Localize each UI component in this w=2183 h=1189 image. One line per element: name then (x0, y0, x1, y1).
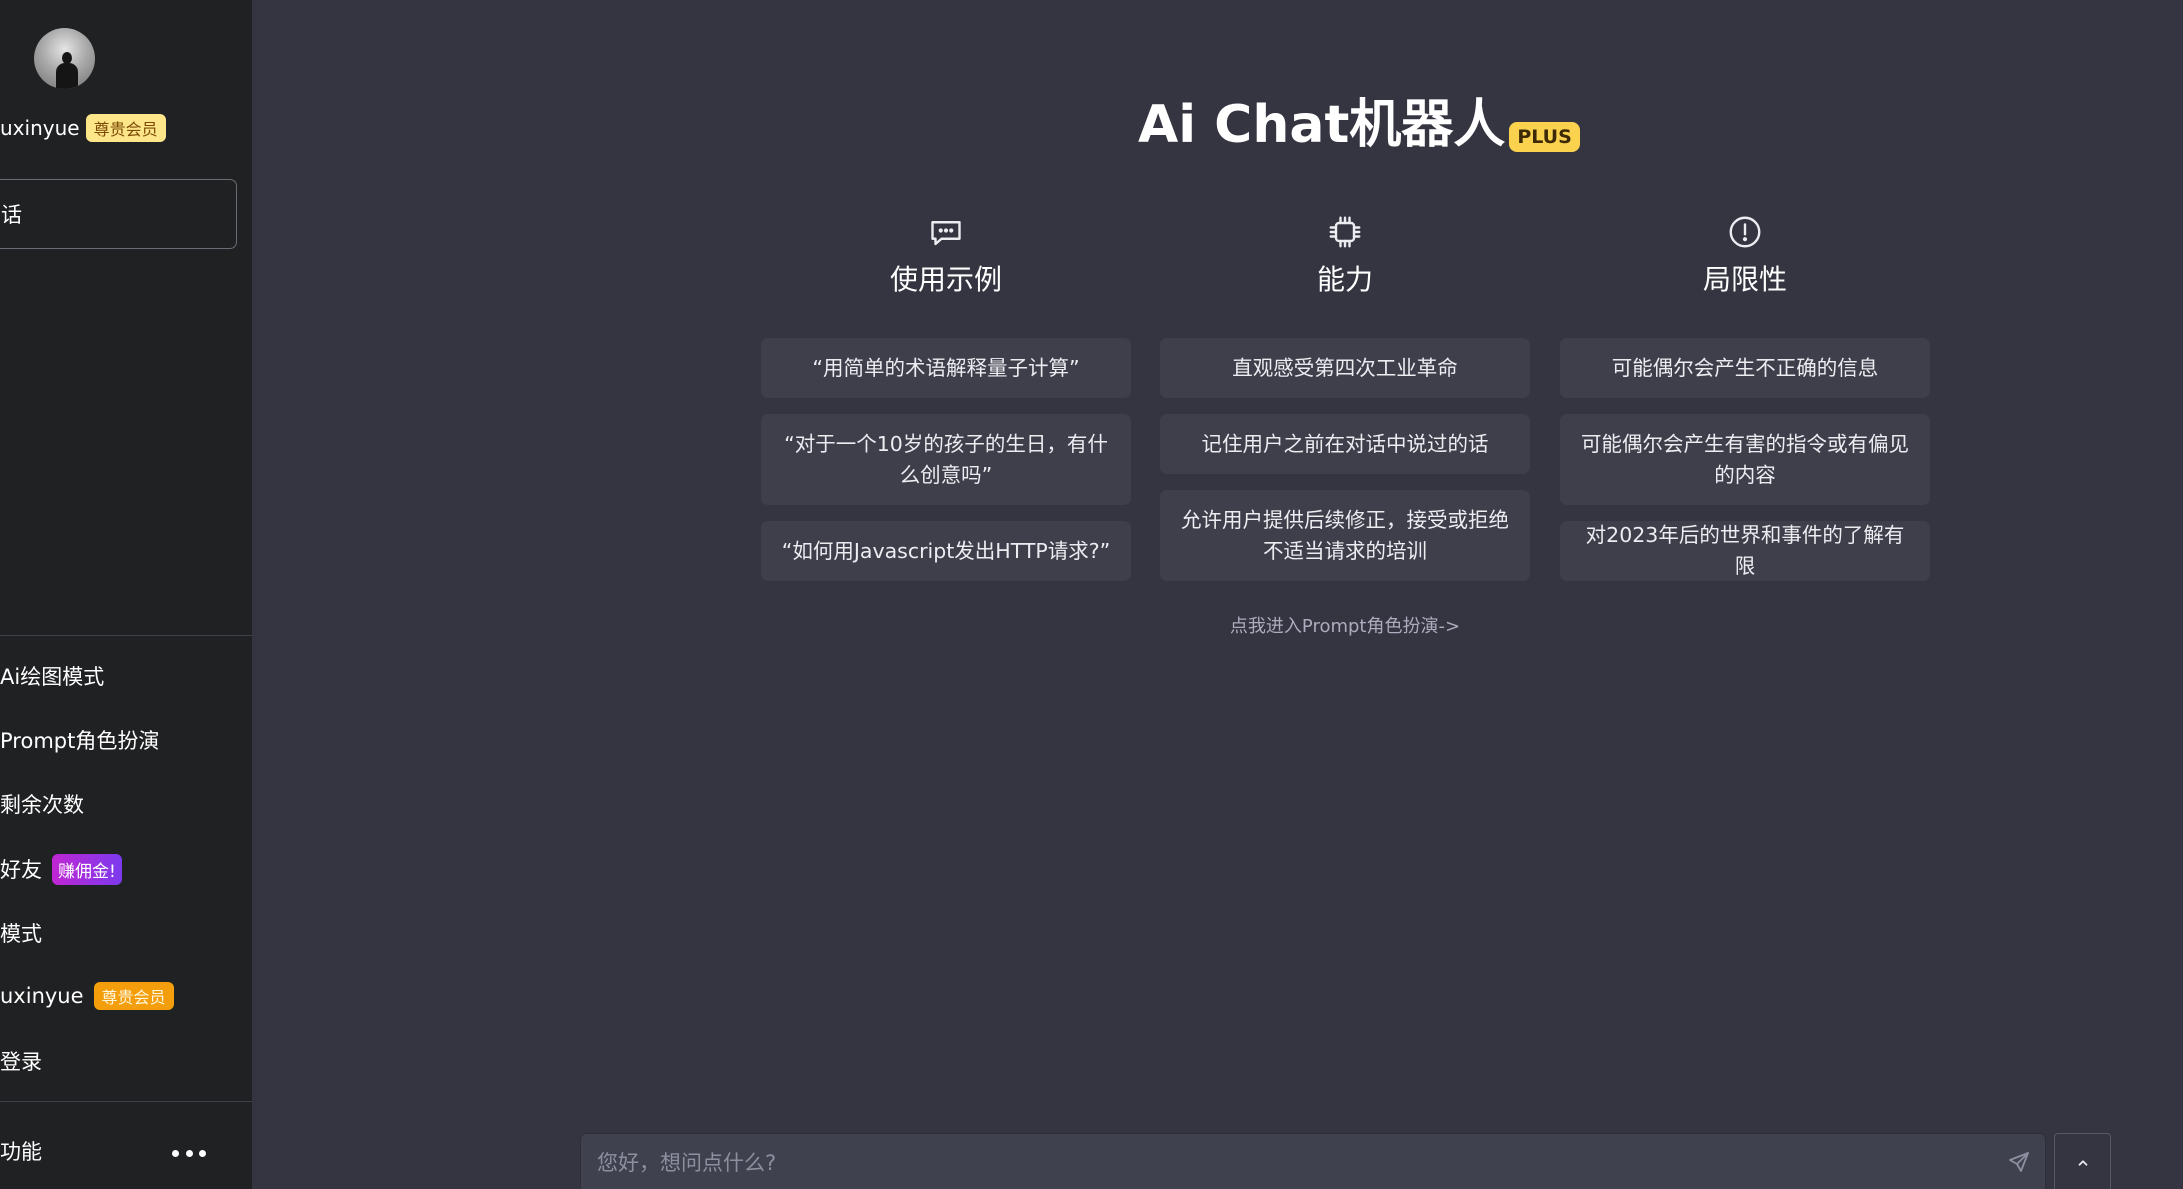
limitation-card: 可能偶尔会产生有害的指令或有偏见的内容 (1560, 414, 1930, 505)
menu-item-mode[interactable]: 模式 (0, 913, 42, 953)
page-title: Ai Chat机器人 PLUS (1138, 90, 1580, 160)
exclamation-circle-icon (1729, 216, 1761, 248)
menu-item-invite-friends[interactable]: 好友 赚佣金! (0, 849, 122, 889)
menu-item-label: 登录 (0, 1050, 42, 1074)
limitations-column: 局限性 可能偶尔会产生不正确的信息 可能偶尔会产生有害的指令或有偏见的内容 对2… (1560, 214, 1930, 581)
page-title-text: Ai Chat机器人 (1138, 95, 1506, 155)
menu-item-label: 剩余次数 (0, 793, 84, 817)
column-title: 局限性 (1702, 263, 1787, 296)
menu-item-features[interactable]: 功能 (0, 1131, 42, 1171)
limitation-card: 对2023年后的世界和事件的了解有限 (1560, 521, 1930, 581)
chat-input-container (580, 1133, 2046, 1189)
column-title: 能力 (1316, 263, 1373, 296)
capabilities-column: 能力 直观感受第四次工业革命 记住用户之前在对话中说过的话 允许用户提供后续修正… (1160, 214, 1530, 581)
user-info: uxinyue 尊贵会员 (0, 113, 166, 143)
prompt-roleplay-link[interactable]: 点我进入Prompt角色扮演-> (1183, 612, 1507, 638)
example-card[interactable]: “如何用Javascript发出HTTP请求?” (761, 521, 1131, 581)
column-title: 使用示例 (889, 263, 1002, 296)
menu-item-login[interactable]: 登录 (0, 1041, 42, 1081)
capability-card: 允许用户提供后续修正，接受或拒绝不适当请求的培训 (1160, 490, 1530, 581)
new-chat-label: 话 (1, 203, 22, 227)
username: uxinyue (0, 116, 80, 140)
menu-item-account[interactable]: uxinyue 尊贵会员 (0, 976, 174, 1016)
sidebar-divider (0, 635, 252, 636)
menu-item-label: 功能 (0, 1140, 42, 1164)
sidebar: uxinyue 尊贵会员 话 Ai绘图模式 Prompt角色扮演 剩余次数 好友… (0, 0, 252, 1189)
menu-item-label: 好友 (0, 858, 42, 882)
menu-item-label: Prompt角色扮演 (0, 729, 160, 753)
menu-item-prompt-roleplay[interactable]: Prompt角色扮演 (0, 720, 159, 760)
plus-badge: PLUS (1509, 122, 1580, 152)
menu-item-ai-drawing[interactable]: Ai绘图模式 (0, 656, 104, 696)
capability-card: 记住用户之前在对话中说过的话 (1160, 414, 1530, 474)
send-icon[interactable] (2007, 1150, 2031, 1174)
menu-item-label: Ai绘图模式 (0, 665, 105, 689)
scroll-toggle-button[interactable] (2054, 1133, 2111, 1189)
vip-badge: 尊贵会员 (85, 114, 166, 142)
avatar[interactable] (34, 28, 95, 89)
chat-input[interactable] (581, 1134, 2045, 1189)
chat-bubble-icon (931, 221, 961, 246)
example-card[interactable]: “用简单的术语解释量子计算” (761, 338, 1131, 398)
earn-commission-badge: 赚佣金! (52, 853, 122, 885)
menu-item-label: 模式 (0, 922, 42, 946)
menu-item-remaining-count[interactable]: 剩余次数 (0, 784, 84, 824)
more-dots-icon[interactable] (172, 1140, 206, 1166)
app-root: uxinyue 尊贵会员 话 Ai绘图模式 Prompt角色扮演 剩余次数 好友… (0, 0, 2183, 1189)
menu-item-label: uxinyue (0, 984, 84, 1008)
cpu-chip-icon (1329, 216, 1361, 248)
chevron-up-icon (2078, 1160, 2087, 1166)
new-chat-button[interactable]: 话 (0, 179, 237, 249)
capability-card: 直观感受第四次工业革命 (1160, 338, 1530, 398)
vip-badge: 尊贵会员 (93, 982, 174, 1010)
examples-column: 使用示例 “用简单的术语解释量子计算” “对于一个10岁的孩子的生日，有什么创意… (761, 214, 1131, 581)
limitation-card: 可能偶尔会产生不正确的信息 (1560, 338, 1930, 398)
example-card[interactable]: “对于一个10岁的孩子的生日，有什么创意吗” (761, 414, 1131, 505)
sidebar-divider (0, 1101, 252, 1102)
